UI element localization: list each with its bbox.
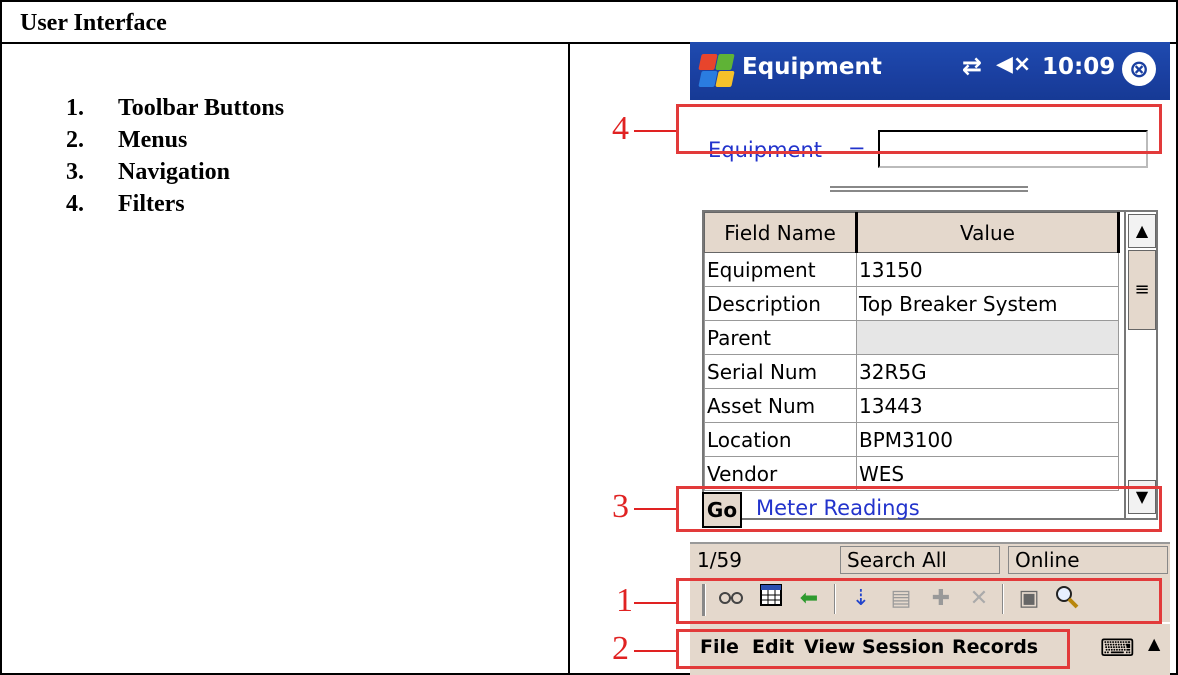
input-panel-arrow-icon[interactable]: ▲ [1148, 634, 1160, 653]
field-value-cell[interactable] [856, 320, 1119, 355]
connection-status: Online [1008, 546, 1168, 574]
list-item-label: Toolbar Buttons [118, 95, 285, 121]
scroll-thumb[interactable]: ≡ [1128, 250, 1156, 330]
keyboard-icon[interactable]: ⌨ [1100, 634, 1135, 662]
vertical-scrollbar[interactable]: ▲ ≡ ▼ [1124, 212, 1156, 518]
clock[interactable]: 10:09 [1042, 54, 1115, 80]
list-item: 1. Toolbar Buttons [66, 92, 284, 124]
column-divider [568, 44, 570, 675]
start-menu-icon[interactable] [696, 50, 735, 88]
list-item-label: Navigation [118, 159, 231, 185]
field-name-cell: Location [704, 422, 857, 457]
list-item-label: Menus [118, 127, 188, 153]
sync-icon[interactable]: ⇄ [962, 52, 982, 80]
list-item-label: Filters [118, 191, 185, 217]
status-bar: 1/59 Search All Online [690, 542, 1170, 576]
callout-line [634, 130, 676, 132]
callout-number: 3 [612, 488, 629, 525]
list-item-number: 1. [66, 95, 84, 121]
callout-number: 4 [612, 110, 629, 147]
callout-line [634, 508, 676, 510]
record-table: Field Name Value Equipment 13150 Descript… [704, 212, 1120, 491]
toolbar-callout-box [676, 578, 1162, 624]
field-value-cell[interactable]: BPM3100 [856, 422, 1119, 457]
title-bar: Equipment ⇄ ◀× 10:09 ⊗ [690, 42, 1170, 100]
field-name-cell: Asset Num [704, 388, 857, 423]
record-grid: Field Name Value Equipment 13150 Descript… [702, 210, 1158, 520]
section-header: User Interface [2, 2, 1176, 44]
table-row[interactable]: Parent [704, 320, 1119, 355]
column-header-field-name[interactable]: Field Name [704, 212, 858, 253]
record-counter: 1/59 [697, 548, 742, 572]
list-item: 3. Navigation [66, 156, 284, 188]
field-name-cell: Equipment [704, 252, 857, 287]
table-row[interactable]: Location BPM3100 [704, 422, 1119, 457]
column-header-value[interactable]: Value [856, 212, 1120, 253]
table-row[interactable]: Equipment 13150 [704, 252, 1119, 287]
table-row[interactable]: Serial Num 32R5G [704, 354, 1119, 389]
window-title: Equipment [742, 54, 882, 80]
list-item-number: 4. [66, 191, 84, 217]
field-value-cell[interactable]: 13150 [856, 252, 1119, 287]
search-scope: Search All [840, 546, 1000, 574]
callout-line [634, 602, 676, 604]
field-value-cell[interactable]: 32R5G [856, 354, 1119, 389]
callout-number: 2 [612, 630, 629, 667]
menus-callout-box [676, 629, 1070, 669]
close-icon[interactable]: ⊗ [1122, 52, 1156, 86]
list-item: 2. Menus [66, 124, 284, 156]
callout-number: 1 [616, 582, 633, 619]
field-name-cell: Parent [704, 320, 857, 355]
scroll-up-icon[interactable]: ▲ [1128, 214, 1156, 248]
navigation-callout-box [676, 486, 1162, 532]
list-item-number: 3. [66, 159, 84, 185]
field-value-cell[interactable]: 13443 [856, 388, 1119, 423]
feature-list: 1. Toolbar Buttons 2. Menus 3. Navigation 4… [66, 92, 284, 220]
field-name-cell: Serial Num [704, 354, 857, 389]
list-item-number: 2. [66, 127, 84, 153]
table-header-row: Field Name Value [704, 212, 1120, 253]
table-row[interactable]: Description Top Breaker System [704, 286, 1119, 321]
field-name-cell: Description [704, 286, 857, 321]
table-row[interactable]: Asset Num 13443 [704, 388, 1119, 423]
list-item: 4. Filters [66, 188, 284, 220]
splitter-handle[interactable] [830, 186, 1028, 192]
volume-muted-icon[interactable]: ◀× [996, 52, 1031, 77]
filters-callout-box [676, 104, 1162, 154]
field-value-cell[interactable]: Top Breaker System [856, 286, 1119, 321]
callout-line [634, 650, 676, 652]
